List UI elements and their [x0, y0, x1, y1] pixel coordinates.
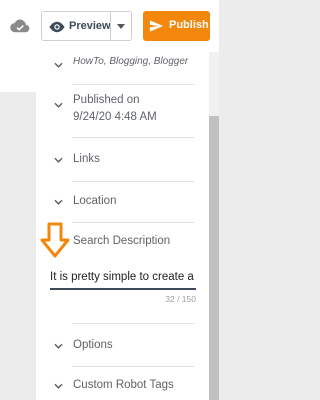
- editor-area: [0, 52, 36, 400]
- section-custom-robot-tags-label: Custom Robot Tags: [73, 379, 174, 391]
- section-custom-robot-tags[interactable]: Custom Robot Tags: [36, 376, 210, 396]
- published-date: 9/24/20 4:48 AM: [73, 111, 157, 123]
- section-search-description[interactable]: Search Description: [36, 232, 210, 252]
- section-links-label: Links: [73, 153, 100, 165]
- section-search-description-label: Search Description: [73, 235, 171, 247]
- chevron-down-icon: [54, 343, 63, 349]
- chevron-down-icon: [54, 199, 63, 205]
- labels-value: HowTo, Blogging, Blogger: [73, 56, 189, 67]
- top-toolbar: Preview Publish: [0, 0, 219, 52]
- editor-area-top: [0, 52, 36, 92]
- divider: [72, 84, 194, 85]
- cloud-saved-icon: [10, 19, 30, 33]
- character-counter: 32 / 150: [165, 294, 196, 304]
- chevron-down-icon[interactable]: [54, 102, 63, 108]
- preview-divider: [110, 12, 111, 40]
- publish-label: Publish: [169, 19, 209, 31]
- divider: [72, 323, 194, 324]
- search-description-input[interactable]: [50, 268, 196, 290]
- section-options-label: Options: [73, 339, 113, 351]
- eye-icon: [49, 21, 65, 33]
- section-links[interactable]: Links: [36, 150, 210, 170]
- chevron-down-icon: [54, 157, 63, 163]
- section-options[interactable]: Options: [36, 336, 210, 356]
- send-icon: [149, 20, 164, 32]
- preview-button[interactable]: Preview: [41, 11, 132, 41]
- chevron-down-icon[interactable]: [54, 62, 63, 68]
- section-location[interactable]: Location: [36, 192, 210, 212]
- scrollbar-thumb[interactable]: [209, 116, 219, 400]
- published-on-label[interactable]: Published on: [73, 94, 140, 106]
- chevron-down-icon[interactable]: [117, 24, 125, 29]
- divider: [72, 222, 194, 223]
- chevron-down-icon: [54, 383, 63, 389]
- divider: [72, 137, 194, 138]
- divider: [72, 366, 194, 367]
- section-location-label: Location: [73, 195, 117, 207]
- divider: [72, 181, 194, 182]
- preview-label: Preview: [69, 20, 111, 32]
- publish-button[interactable]: Publish: [143, 11, 210, 41]
